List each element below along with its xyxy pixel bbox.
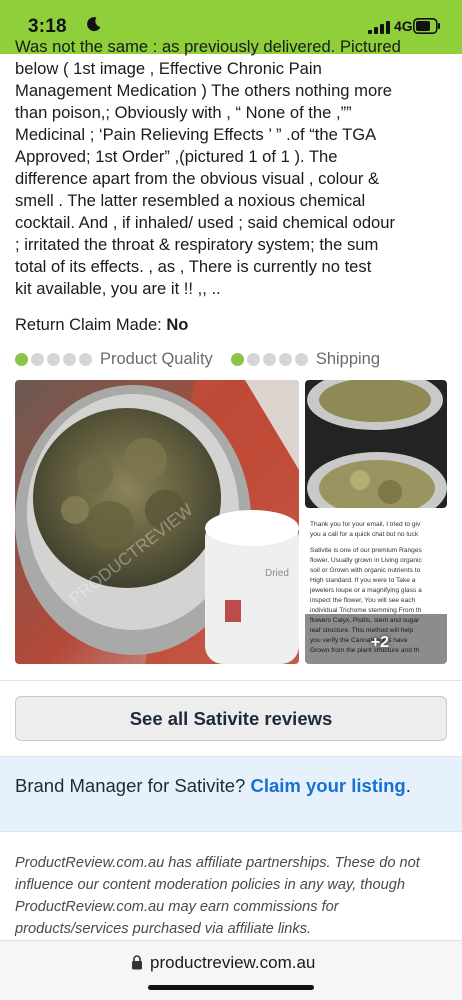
rating-dot-filled xyxy=(230,352,244,366)
review-line: Medicinal ; ‘Pain Relieving Effects ’ ” … xyxy=(15,125,377,144)
ratings-row: Product Quality Shipping xyxy=(15,349,398,369)
screenshot-line: soil or Grown with organic nutrients to xyxy=(310,567,421,574)
brand-manager-banner: Brand Manager for Sativite? Claim your l… xyxy=(0,756,462,832)
screenshot-line: inspect the flower, You will see each xyxy=(310,597,416,604)
review-line: kit available, you are it !! ,, .. xyxy=(15,279,221,298)
more-photos-count: +2 xyxy=(370,634,389,651)
rating-dot-empty xyxy=(63,352,76,366)
browser-address-bar[interactable]: productreview.com.au xyxy=(0,940,462,1000)
screenshot-line: High standard. If you were to Take a xyxy=(310,577,416,584)
review-line: difference apart from the obvious visual… xyxy=(15,169,380,188)
network-type: 4G xyxy=(394,18,413,34)
shipping-label: Shipping xyxy=(315,349,381,368)
brand-manager-suffix: . xyxy=(405,775,411,796)
do-not-disturb-moon-icon xyxy=(87,17,101,32)
product-quality-label: Product Quality xyxy=(100,349,213,368)
jars-photo-illustration xyxy=(305,380,447,508)
see-all-reviews-button[interactable]: See all Sativite reviews xyxy=(15,696,447,741)
review-line: cocktail. And , if inhaled/ used ; said … xyxy=(15,213,396,232)
review-line: Management Medication ) The others nothi… xyxy=(15,81,392,100)
review-line: Was not the same : as previously deliver… xyxy=(15,37,401,56)
return-claim: Return Claim Made: No xyxy=(15,316,188,335)
screenshot-line: flower, Usually grown in Living organic xyxy=(310,557,422,564)
review-line: Approved; 1st Order” ,(pictured 1 of 1 )… xyxy=(15,147,338,166)
review-line: ; irritated the throat & respiratory sys… xyxy=(15,235,379,254)
battery-icon xyxy=(413,18,440,34)
review-line: total of its effects. , as , There is cu… xyxy=(15,257,372,276)
rating-dot-empty xyxy=(294,352,308,366)
rating-dot-filled xyxy=(15,352,28,366)
review-line: than poison,; Obviously with , “ None of… xyxy=(15,103,352,122)
product-quality-rating-dots xyxy=(15,352,92,366)
lock-icon xyxy=(132,955,142,970)
status-time: 3:18 xyxy=(28,16,67,37)
affiliate-disclaimer: ProductReview.com.au has affiliate partn… xyxy=(15,855,420,937)
review-body: Was not the same : as previously deliver… xyxy=(15,36,452,300)
jar-label-text: Dried xyxy=(265,568,289,579)
rating-dot-empty xyxy=(47,352,60,366)
cellular-signal-icon xyxy=(368,21,390,34)
screenshot-line: you a call for a quick chat but no luck xyxy=(310,531,419,538)
rating-dot-empty xyxy=(31,352,44,366)
section-divider xyxy=(0,680,462,681)
shipping-rating-dots xyxy=(230,352,308,366)
screenshot-line: Sativite is one of our premium Ranges xyxy=(310,547,422,554)
rating-dot-empty xyxy=(262,352,276,366)
screenshot-line: individual Trichome stemming From th xyxy=(310,607,422,614)
url-domain[interactable]: productreview.com.au xyxy=(150,953,315,973)
review-photo-thumbnail[interactable] xyxy=(305,380,447,508)
home-indicator[interactable] xyxy=(148,985,314,990)
claim-listing-link[interactable]: Claim your listing xyxy=(251,775,406,796)
rating-dot-empty xyxy=(278,352,292,366)
review-photo-main[interactable]: Dried PRODUCTREVIEW xyxy=(15,380,299,664)
return-claim-label: Return Claim Made: xyxy=(15,316,162,334)
screenshot-line: Thank you for your email, I tried to giv xyxy=(310,521,421,528)
review-photo-more[interactable]: Thank you for your email, I tried to giv… xyxy=(305,514,447,664)
review-line: smell . The latter resembled a noxious c… xyxy=(15,191,366,210)
jar-photo-illustration: Dried PRODUCTREVIEW xyxy=(15,380,299,664)
rating-dot-empty xyxy=(79,352,92,366)
return-claim-value: No xyxy=(166,316,189,334)
brand-manager-text: Brand Manager for Sativite? xyxy=(15,775,251,796)
screenshot-line: jewelers loupe or a magnifying glass a xyxy=(309,587,422,594)
rating-dot-empty xyxy=(246,352,260,366)
review-line: below ( 1st image , Effective Chronic Pa… xyxy=(15,59,322,78)
